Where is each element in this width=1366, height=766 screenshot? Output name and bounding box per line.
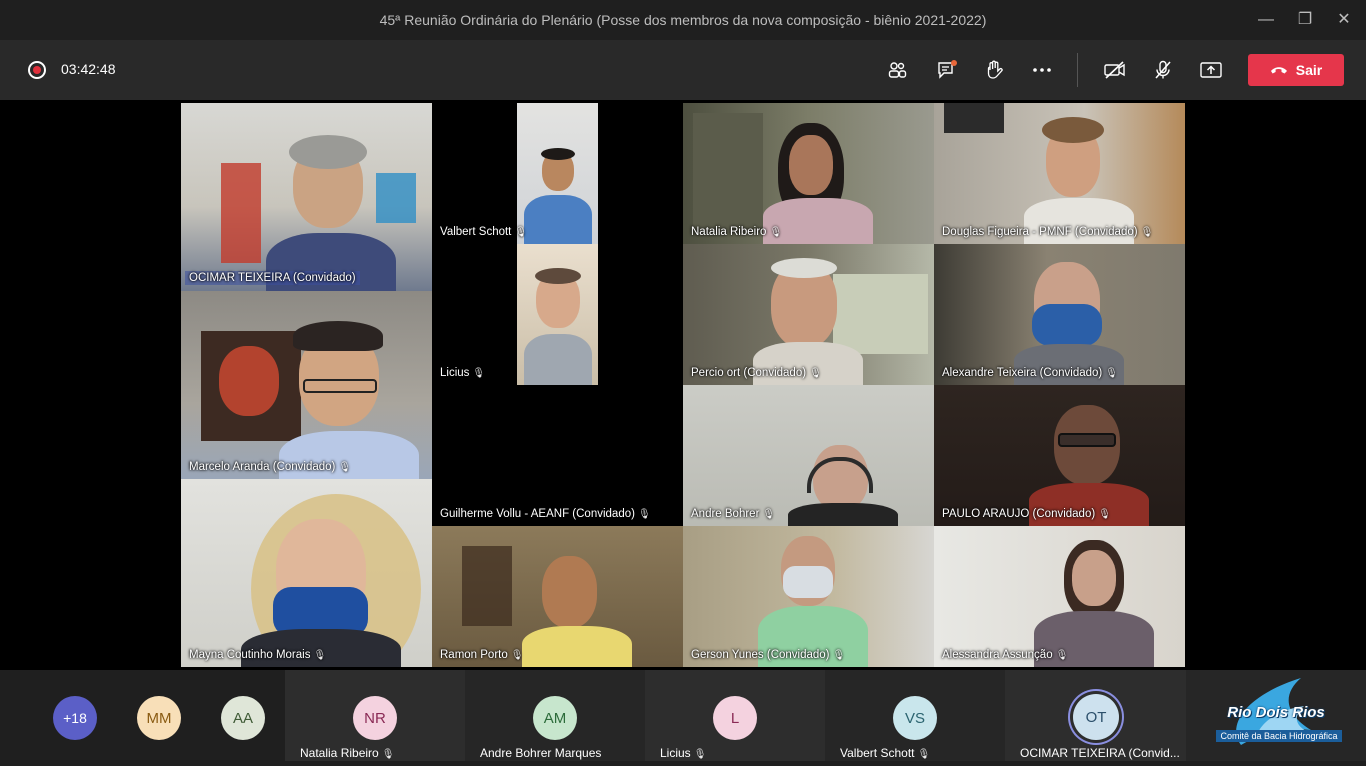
participant-name: Ramon Porto 🎙 [440, 649, 524, 661]
mic-muted-icon: 🎙 [1098, 509, 1111, 520]
participants-button[interactable] [883, 56, 911, 84]
mic-muted-icon: 🎙 [1105, 368, 1118, 379]
mic-muted-icon: 🎙 [637, 509, 651, 520]
mic-muted-icon: 🎙 [693, 749, 707, 760]
avatar: L [713, 696, 757, 740]
meeting-timer: 03:42:48 [61, 61, 116, 77]
toolbar-divider [1077, 53, 1078, 87]
mic-muted-icon: 🎙 [313, 650, 327, 661]
avatar: VS [893, 696, 937, 740]
participant-name: OCIMAR TEIXEIRA (Convidado) [185, 271, 360, 285]
mic-off-icon [1155, 60, 1171, 79]
video-tile[interactable]: Mayna Coutinho Morais 🎙 [181, 479, 432, 667]
participant-name: Gerson Yunes (Convidado) 🎙 [691, 649, 846, 661]
window-titlebar: 45ª Reunião Ordinária do Plenário (Posse… [0, 0, 1366, 40]
share-screen-button[interactable] [1197, 56, 1225, 84]
roster-name: Natalia Ribeiro 🎙 [300, 746, 395, 760]
avatar: OT [1073, 694, 1119, 740]
share-icon [1200, 62, 1222, 78]
raise-hand-button[interactable] [980, 56, 1008, 84]
hangup-icon [1270, 67, 1287, 74]
leave-label: Sair [1295, 62, 1323, 78]
mic-muted-icon: 🎙 [1055, 650, 1069, 661]
video-tile[interactable]: Percio ort (Convidado) 🎙 [683, 244, 934, 385]
participant-name: Percio ort (Convidado) 🎙 [691, 367, 822, 379]
video-tile[interactable]: Andre Bohrer 🎙 [683, 385, 934, 526]
committee-logo: Rio Dois Rios Comitê da Bacia Hidrográfi… [1186, 670, 1366, 761]
recording-icon [28, 61, 46, 79]
video-tile[interactable]: OCIMAR TEIXEIRA (Convidado) [181, 103, 432, 291]
video-tile[interactable]: Alexandre Teixeira (Convidado) 🎙 [934, 244, 1185, 385]
participant-name: Douglas Figueira - PMNF (Convidado) 🎙 [942, 226, 1154, 238]
video-stage: OCIMAR TEIXEIRA (Convidado) Marcelo Aran… [0, 100, 1366, 670]
participant-roster: +18 MM AA NR Natalia Ribeiro 🎙 AM Andre B… [0, 670, 1366, 761]
video-tile[interactable]: Alessandra Assunção 🎙 [934, 526, 1185, 667]
maximize-icon[interactable]: ❐ [1293, 8, 1317, 32]
mic-muted-icon: 🎙 [381, 749, 395, 760]
participant-name: Marcelo Aranda (Convidado) 🎙 [189, 461, 352, 473]
avatar: AM [533, 696, 577, 740]
participant-name: Guilherme Vollu - AEANF (Convidado) 🎙 [440, 508, 651, 520]
more-participants-button[interactable]: +18 [53, 696, 97, 740]
participant-name: Mayna Coutinho Morais 🎙 [189, 649, 327, 661]
roster-tile[interactable]: NR Natalia Ribeiro 🎙 [285, 670, 465, 761]
participant-name: Licius 🎙 [440, 367, 486, 379]
logo-subtitle: Comitê da Bacia Hidrográfica [1216, 730, 1342, 742]
logo-title: Rio Dois Rios [1227, 704, 1325, 721]
roster-name: Andre Bohrer Marques [480, 746, 602, 760]
mic-muted-icon: 🎙 [917, 749, 931, 760]
video-tile[interactable]: PAULO ARAUJO (Convidado) 🎙 [934, 385, 1185, 526]
more-icon [1033, 68, 1051, 72]
chat-icon [938, 60, 957, 79]
mic-muted-icon: 🎙 [769, 227, 783, 238]
video-tile[interactable]: Guilherme Vollu - AEANF (Convidado) 🎙 [432, 385, 683, 526]
mic-muted-icon: 🎙 [809, 368, 822, 379]
mic-muted-icon: 🎙 [338, 462, 352, 473]
participant-name: Natalia Ribeiro 🎙 [691, 226, 783, 238]
chat-button[interactable] [933, 56, 961, 84]
video-tile[interactable]: Licius 🎙 [432, 244, 683, 385]
roster-tile[interactable]: OT OCIMAR TEIXEIRA (Convid... [1005, 670, 1186, 761]
leave-button[interactable]: Sair [1248, 54, 1344, 86]
video-tile[interactable]: Natalia Ribeiro 🎙 [683, 103, 934, 244]
hand-icon [987, 60, 1003, 79]
mic-muted-icon: 🎙 [832, 650, 846, 661]
video-tile[interactable]: Ramon Porto 🎙 [432, 526, 683, 667]
participant-name: Alexandre Teixeira (Convidado) 🎙 [942, 367, 1118, 379]
mic-toggle-button[interactable] [1149, 56, 1177, 84]
roster-tile[interactable]: AM Andre Bohrer Marques [465, 670, 645, 761]
avatar[interactable]: AA [221, 696, 265, 740]
roster-name: Valbert Schott 🎙 [840, 746, 931, 760]
window-title: 45ª Reunião Ordinária do Plenário (Posse… [379, 12, 987, 28]
minimize-icon[interactable]: — [1254, 8, 1278, 32]
video-tile[interactable]: Gerson Yunes (Convidado) 🎙 [683, 526, 934, 667]
roster-name: OCIMAR TEIXEIRA (Convid... [1020, 746, 1180, 760]
more-options-button[interactable] [1028, 56, 1056, 84]
video-tile[interactable]: Douglas Figueira - PMNF (Convidado) 🎙 [934, 103, 1185, 244]
roster-tile[interactable]: L Licius 🎙 [645, 670, 825, 761]
close-icon[interactable]: ✕ [1332, 8, 1356, 32]
mic-muted-icon: 🎙 [1140, 227, 1154, 238]
camera-toggle-button[interactable] [1101, 56, 1129, 84]
roster-overflow-group: +18 MM AA [0, 670, 285, 761]
participant-name: Valbert Schott 🎙 [440, 226, 528, 238]
roster-name: Licius 🎙 [660, 746, 707, 760]
roster-tile[interactable]: VS Valbert Schott 🎙 [825, 670, 1005, 761]
participant-name: PAULO ARAUJO (Convidado) 🎙 [942, 508, 1111, 520]
mic-muted-icon: 🎙 [472, 368, 486, 379]
people-icon [888, 62, 907, 78]
meeting-toolbar: 03:42:48 Sair [0, 40, 1366, 100]
video-tile[interactable]: Marcelo Aranda (Convidado) 🎙 [181, 291, 432, 479]
participant-name: Andre Bohrer 🎙 [691, 508, 776, 520]
mic-muted-icon: 🎙 [762, 509, 776, 520]
mic-muted-icon: 🎙 [514, 227, 528, 238]
avatar: NR [353, 696, 397, 740]
avatar[interactable]: MM [137, 696, 181, 740]
video-tile[interactable]: Valbert Schott 🎙 [432, 103, 683, 244]
participant-name: Alessandra Assunção 🎙 [942, 649, 1069, 661]
mic-muted-icon: 🎙 [510, 650, 524, 661]
camera-off-icon [1104, 61, 1125, 79]
